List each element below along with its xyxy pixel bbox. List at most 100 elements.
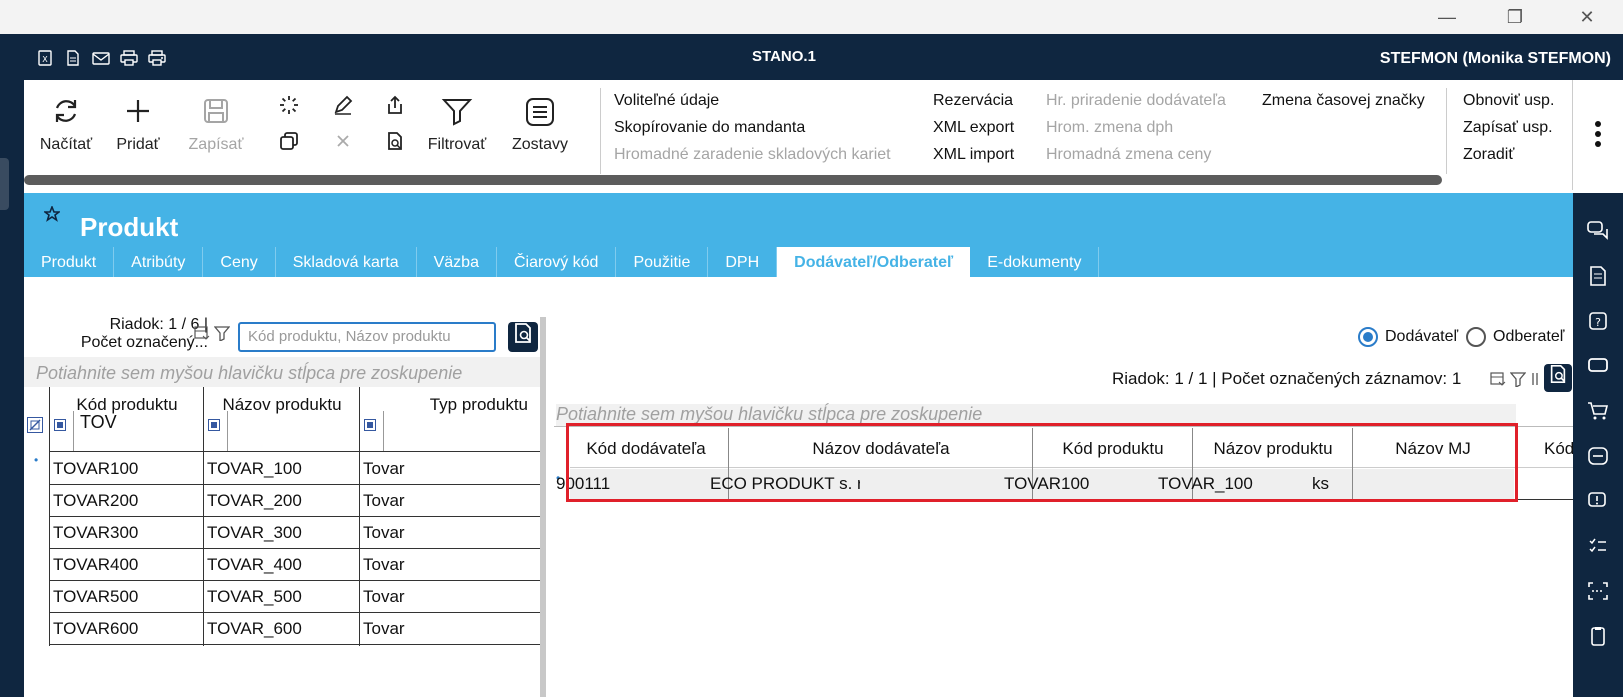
edit-icon[interactable] [330, 94, 356, 120]
help-icon[interactable]: ? [1585, 311, 1611, 337]
radio-supplier-label[interactable]: Dodávateľ [1385, 328, 1458, 346]
menu-item-xml-export[interactable]: XML export [933, 114, 1014, 141]
table-cell[interactable]: Tovar [363, 459, 538, 479]
menu-item-copy-to-mandant[interactable]: Skopírovanie do mandanta [614, 114, 891, 141]
column-chooser-icon[interactable] [1490, 371, 1506, 387]
table-cell[interactable]: TOVAR_100 [207, 459, 355, 479]
search-icon[interactable] [1544, 364, 1572, 392]
share-icon[interactable] [382, 94, 408, 120]
filter-operator-code[interactable] [54, 419, 66, 431]
menu-item-optional-data[interactable]: Voliteľné údaje [614, 87, 891, 114]
table-cell[interactable]: TOVAR_300 [207, 523, 355, 543]
alert-icon[interactable] [1585, 491, 1611, 517]
chat-icon[interactable] [1585, 221, 1611, 247]
tab-prices[interactable]: Ceny [203, 247, 276, 277]
print-icon[interactable] [120, 50, 138, 66]
clipboard-icon[interactable] [1585, 626, 1611, 652]
table-cell[interactable]: TOVAR_400 [207, 555, 355, 575]
delete-icon[interactable] [330, 130, 356, 156]
table-cell[interactable]: Tovar [363, 555, 538, 575]
search-icon[interactable] [508, 322, 538, 352]
tab-supplier-customer[interactable]: Dodávateľ/Odberateľ [777, 247, 971, 277]
table-cell[interactable]: Tovar [363, 523, 538, 543]
column-chooser-icon[interactable] [194, 325, 210, 341]
table-cell[interactable]: TOVAR500 [53, 587, 199, 607]
table-cell[interactable]: TOVAR600 [53, 619, 199, 639]
filter-button[interactable]: Filtrovať [424, 96, 490, 166]
reports-button[interactable]: Zostavy [508, 96, 572, 166]
toolbar-scrollbar[interactable] [24, 175, 1442, 185]
find-document-icon[interactable] [382, 130, 408, 156]
menu-item-bulk-vat-change[interactable]: Hrom. zmena dph [1046, 114, 1226, 141]
menu-item-sort[interactable]: Zoradiť [1463, 141, 1554, 168]
cart-icon[interactable] [1585, 401, 1611, 427]
filter-operator-type[interactable] [364, 419, 376, 431]
more-vertical-icon[interactable] [1594, 120, 1602, 152]
table-cell[interactable]: TOVAR_500 [207, 587, 355, 607]
tab-usage[interactable]: Použitie [616, 247, 709, 277]
menu-item-save-settings[interactable]: Zapísať usp. [1463, 114, 1554, 141]
table-cell[interactable]: TOVAR300 [53, 523, 199, 543]
left-group-panel[interactable]: Potiahnite sem myšou hlavičku stĺpca pre… [24, 357, 540, 387]
menu-item-bulk-assign-supplier[interactable]: Hr. priradenie dodávateľa [1046, 87, 1226, 114]
add-label: Pridať [116, 136, 160, 153]
left-marked-counter: Počet označený... [80, 334, 208, 351]
loading-icon[interactable] [276, 94, 302, 120]
reload-button[interactable]: Načítať [36, 96, 96, 166]
table-cell[interactable]: Tovar [363, 491, 538, 511]
product-grid: Kód produktu Názov produktu Typ produktu… [24, 387, 540, 697]
menu-item-refresh-settings[interactable]: Obnoviť usp. [1463, 87, 1554, 114]
tab-stock-card[interactable]: Skladová karta [276, 247, 417, 277]
radio-customer[interactable] [1466, 327, 1486, 347]
tab-vat[interactable]: DPH [708, 247, 778, 277]
checklist-icon[interactable] [1585, 536, 1611, 562]
product-search-input[interactable]: Kód produktu, Názov produktu [238, 322, 496, 352]
menu-item-reservation[interactable]: Rezervácia [933, 87, 1014, 114]
column-header-code[interactable]: Kód [1544, 439, 1573, 459]
save-button[interactable]: Zapísať [184, 96, 248, 166]
left-status: Riadok: 1 / 6 | Počet označený... [78, 316, 208, 352]
menu-item-timestamp-change[interactable]: Zmena časovej značky [1262, 87, 1425, 114]
document-list-icon[interactable] [1585, 266, 1611, 292]
message-icon[interactable] [1585, 356, 1611, 382]
mail-icon[interactable] [92, 50, 110, 66]
table-cell[interactable]: Tovar [363, 619, 538, 639]
user-name[interactable]: STEFMON (Monika STEFMON) [1380, 50, 1611, 68]
filter-input-product-code[interactable]: TOV [80, 412, 117, 433]
close-icon[interactable]: ✕ [1564, 2, 1610, 32]
minimize-icon[interactable]: — [1424, 2, 1470, 32]
exchange-icon[interactable] [1585, 446, 1611, 472]
table-cell[interactable]: TOVAR_200 [207, 491, 355, 511]
favorite-star-icon[interactable] [42, 204, 62, 227]
filter-icon[interactable] [213, 325, 231, 343]
filter-operator-name[interactable] [208, 419, 220, 431]
radio-customer-label[interactable]: Odberateľ [1493, 328, 1564, 346]
reports-icon [508, 96, 572, 136]
copy-icon[interactable] [276, 130, 302, 156]
tab-product[interactable]: Produkt [24, 247, 115, 277]
tab-e-documents[interactable]: E-dokumenty [970, 247, 1100, 277]
radio-supplier[interactable] [1358, 327, 1378, 347]
column-header-product-type[interactable]: Typ produktu [360, 395, 540, 415]
menu-item-xml-import[interactable]: XML import [933, 141, 1014, 168]
menu-item-bulk-price-change[interactable]: Hromadná zmena ceny [1046, 141, 1226, 168]
print-preview-icon[interactable] [148, 50, 166, 66]
tab-attributes[interactable]: Atribúty [114, 247, 204, 277]
tab-binding[interactable]: Väzba [417, 247, 497, 277]
table-cell[interactable]: Tovar [363, 587, 538, 607]
sort-icon[interactable] [1530, 371, 1540, 387]
side-panel-handle[interactable] [0, 158, 9, 210]
restore-icon[interactable]: ❐ [1492, 2, 1538, 32]
scan-icon[interactable] [1585, 581, 1611, 607]
table-cell[interactable]: TOVAR200 [53, 491, 199, 511]
document-icon[interactable] [64, 50, 82, 66]
add-button[interactable]: Pridať [112, 96, 164, 166]
menu-item-bulk-stock-cards[interactable]: Hromadné zaradenie skladových kariet [614, 141, 891, 168]
tab-barcode[interactable]: Čiarový kód [497, 247, 617, 277]
table-cell[interactable]: TOVAR400 [53, 555, 199, 575]
excel-icon[interactable]: X [36, 50, 54, 66]
table-cell[interactable]: TOVAR100 [53, 459, 199, 479]
filter-clear-icon[interactable] [27, 417, 43, 433]
table-cell[interactable]: TOVAR_600 [207, 619, 355, 639]
filter-icon[interactable] [1509, 371, 1527, 389]
